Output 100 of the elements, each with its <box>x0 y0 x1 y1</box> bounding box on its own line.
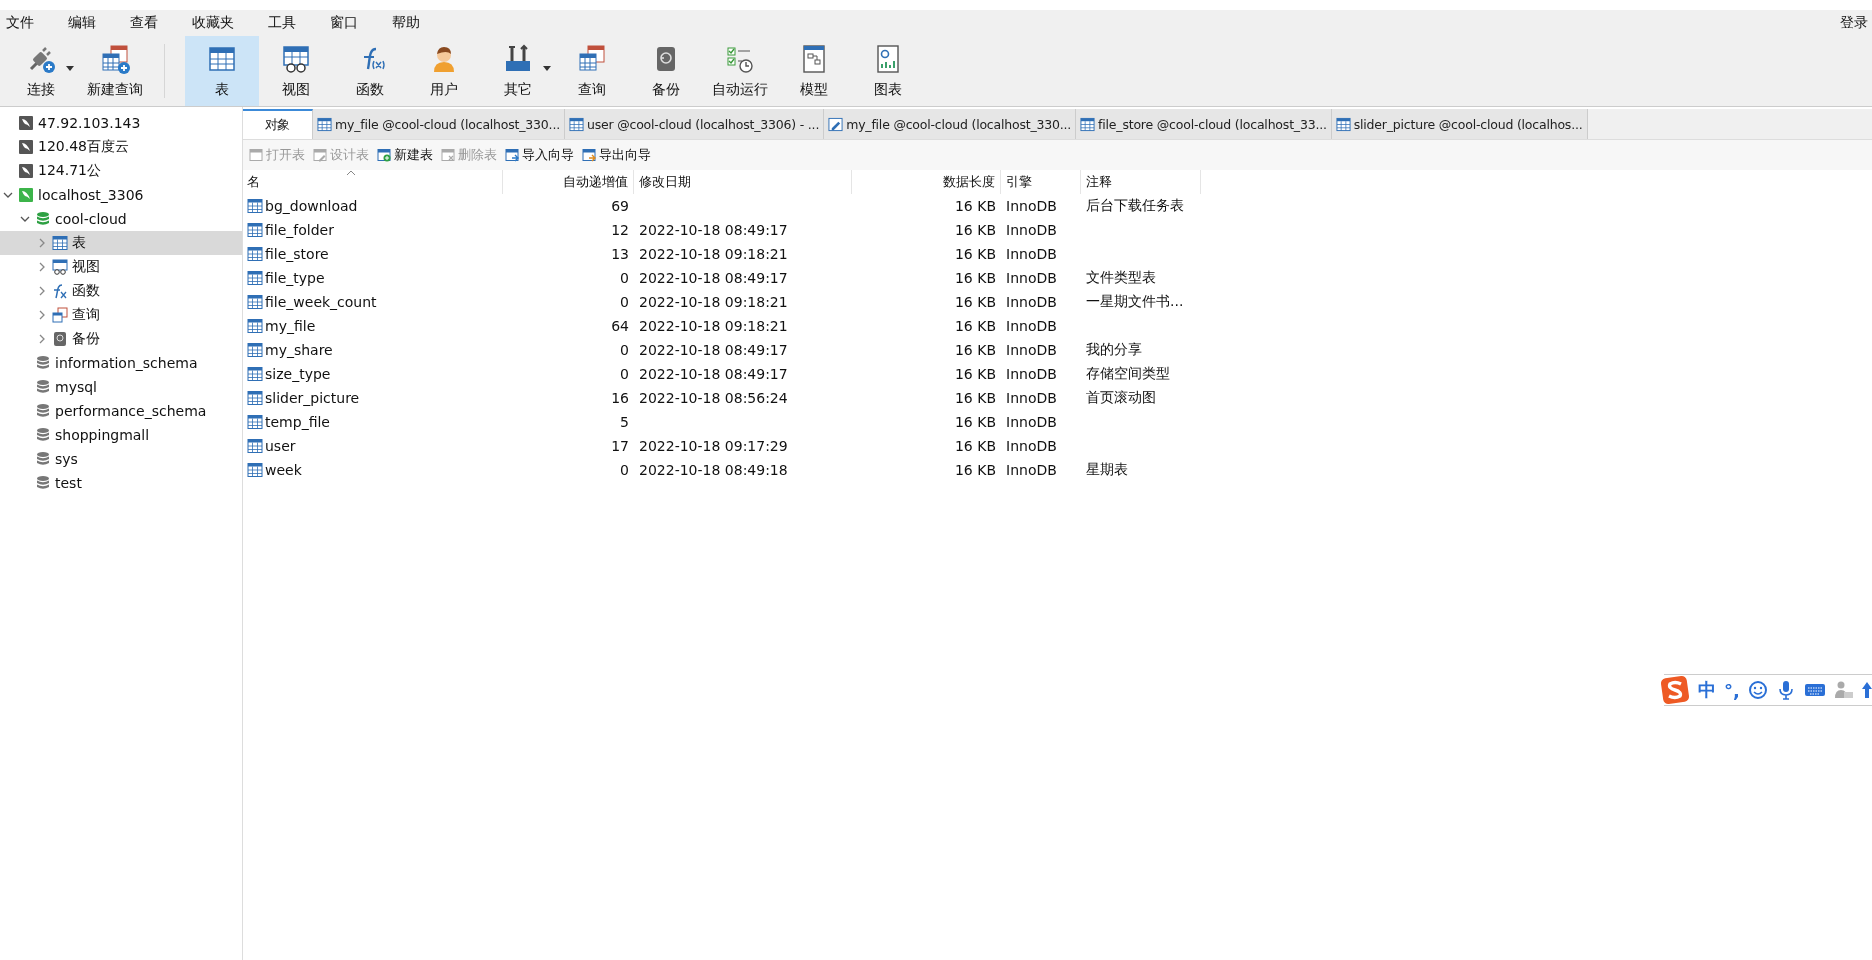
toolbar-button[interactable]: 模型 <box>777 36 851 106</box>
chevron-icon[interactable] <box>37 262 47 272</box>
menu-item[interactable]: 窗口 <box>324 14 368 32</box>
chevron-icon[interactable] <box>37 286 47 296</box>
tree-item[interactable]: cool-cloud <box>0 207 242 231</box>
table-cell: 2022-10-18 08:49:18 <box>639 462 788 478</box>
tree-item[interactable]: 查询 <box>0 303 242 327</box>
table-name[interactable]: week <box>265 462 302 478</box>
table-name[interactable]: file_folder <box>265 222 334 238</box>
table-open-icon <box>249 148 263 162</box>
login-link[interactable]: 登录 <box>1834 14 1872 32</box>
toolbar-button[interactable]: 表 <box>185 36 259 106</box>
table-cell: InnoDB <box>1006 294 1057 310</box>
toolbar-button[interactable]: 备份 <box>629 36 703 106</box>
toolbar-button[interactable]: 用户 <box>407 36 481 106</box>
action-button[interactable]: 导入向导 <box>503 146 576 164</box>
table-cell: 我的分享 <box>1086 341 1142 359</box>
toolbar-button[interactable]: 查询 <box>555 36 629 106</box>
menu-item[interactable]: 工具 <box>262 14 306 32</box>
menu-item[interactable]: 帮助 <box>386 14 430 32</box>
toolbar-button[interactable]: 图表 <box>851 36 925 106</box>
column-header[interactable]: 数据长度 <box>852 170 1001 194</box>
chevron-icon[interactable] <box>20 214 30 224</box>
table-name[interactable]: user <box>265 438 296 454</box>
caret-icon[interactable] <box>543 66 551 71</box>
table-cell: 2022-10-18 09:17:29 <box>639 438 788 454</box>
column-header[interactable]: 引擎 <box>1001 170 1081 194</box>
table-cell: 2022-10-18 09:18:21 <box>639 318 788 334</box>
tree-item[interactable]: performance_schema <box>0 399 242 423</box>
tree-item[interactable]: 124.71公 <box>0 159 242 183</box>
table-cell: 2022-10-18 08:56:24 <box>639 390 788 406</box>
menu-item[interactable]: 文件 <box>0 14 44 32</box>
column-header[interactable]: 名 <box>243 170 503 194</box>
smiley-icon[interactable] <box>1747 680 1768 700</box>
table-import-icon <box>505 148 519 162</box>
tree-item[interactable]: mysql <box>0 375 242 399</box>
table-name[interactable]: file_store <box>265 246 329 262</box>
table-cell: 0 <box>620 342 629 358</box>
tree-item[interactable]: localhost_3306 <box>0 183 242 207</box>
table-cell: 星期表 <box>1086 461 1128 479</box>
table-name[interactable]: temp_file <box>265 414 330 430</box>
table-name[interactable]: file_week_count <box>265 294 377 310</box>
tab[interactable]: user @cool-cloud (localhost_3306) - ... <box>564 109 825 139</box>
toolbar-button[interactable]: 自动运行 <box>703 36 777 106</box>
action-button[interactable]: 新建表 <box>375 146 435 164</box>
toolbar-button[interactable]: 函数 <box>333 36 407 106</box>
table-cell: 16 KB <box>954 222 996 238</box>
action-button[interactable]: 导出向导 <box>580 146 653 164</box>
tree-item[interactable]: 120.48百度云 <box>0 135 242 159</box>
menu-item[interactable]: 查看 <box>124 14 168 32</box>
toolbar-button[interactable]: 其它 <box>481 36 555 106</box>
tree-item[interactable]: 函数 <box>0 279 242 303</box>
chevron-icon[interactable] <box>37 334 47 344</box>
menu-item[interactable]: 收藏夹 <box>186 14 244 32</box>
column-header[interactable]: 修改日期 <box>634 170 852 194</box>
tab[interactable]: file_store @cool-cloud (localhost_33... <box>1076 109 1332 139</box>
table-cell: 16 KB <box>954 246 996 262</box>
function-icon <box>52 283 68 299</box>
tab[interactable]: 对象 <box>243 109 313 139</box>
tab[interactable]: my_file @cool-cloud (localhost_330... <box>824 109 1077 139</box>
s-logo-icon[interactable] <box>1660 675 1690 705</box>
tree-item[interactable]: 备份 <box>0 327 242 351</box>
table-cell: 64 <box>611 318 629 334</box>
table-name[interactable]: bg_download <box>265 198 358 214</box>
tab[interactable]: my_file @cool-cloud (localhost_330... <box>313 109 565 139</box>
tree-item[interactable]: 47.92.103.143 <box>0 111 242 135</box>
table-cell: 16 KB <box>954 198 996 214</box>
table-icon <box>1080 116 1096 132</box>
table-icon <box>247 414 263 430</box>
column-header[interactable]: 自动递增值 <box>503 170 634 194</box>
table-cell: 16 KB <box>954 342 996 358</box>
input-mode-toggle[interactable]: 中 <box>1698 678 1716 702</box>
caret-icon[interactable] <box>66 66 74 71</box>
table-cell: 16 KB <box>954 270 996 286</box>
tree-item[interactable]: information_schema <box>0 351 242 375</box>
chevron-icon[interactable] <box>3 190 13 200</box>
tree-item[interactable]: shoppingmall <box>0 423 242 447</box>
table-icon <box>247 198 263 214</box>
tree-item[interactable]: test <box>0 471 242 495</box>
tree-item[interactable]: 表 <box>0 231 242 255</box>
column-header[interactable]: 注释 <box>1081 170 1201 194</box>
toolbar-button[interactable]: 新建查询 <box>78 36 152 106</box>
table-name[interactable]: size_type <box>265 366 331 382</box>
tree-item[interactable]: 视图 <box>0 255 242 279</box>
menu-item[interactable]: 编辑 <box>62 14 106 32</box>
table-cell: InnoDB <box>1006 390 1057 406</box>
table-cell: 5 <box>620 414 629 430</box>
toolbar-button[interactable]: 连接 <box>4 36 78 106</box>
table-icon <box>247 390 263 406</box>
tree-item[interactable]: sys <box>0 447 242 471</box>
arrow-up-icon[interactable] <box>1861 680 1872 700</box>
table-name[interactable]: file_type <box>265 270 325 286</box>
table-cell: InnoDB <box>1006 366 1057 382</box>
toolbar-button[interactable]: 视图 <box>259 36 333 106</box>
table-name[interactable]: my_share <box>265 342 333 358</box>
table-name[interactable]: slider_picture <box>265 390 360 406</box>
tab[interactable]: slider_picture @cool-cloud (localhos... <box>1331 109 1588 139</box>
table-name[interactable]: my_file <box>265 318 316 334</box>
punctuation-toggle[interactable]: °, <box>1724 679 1740 701</box>
chevron-icon[interactable] <box>37 310 47 320</box>
